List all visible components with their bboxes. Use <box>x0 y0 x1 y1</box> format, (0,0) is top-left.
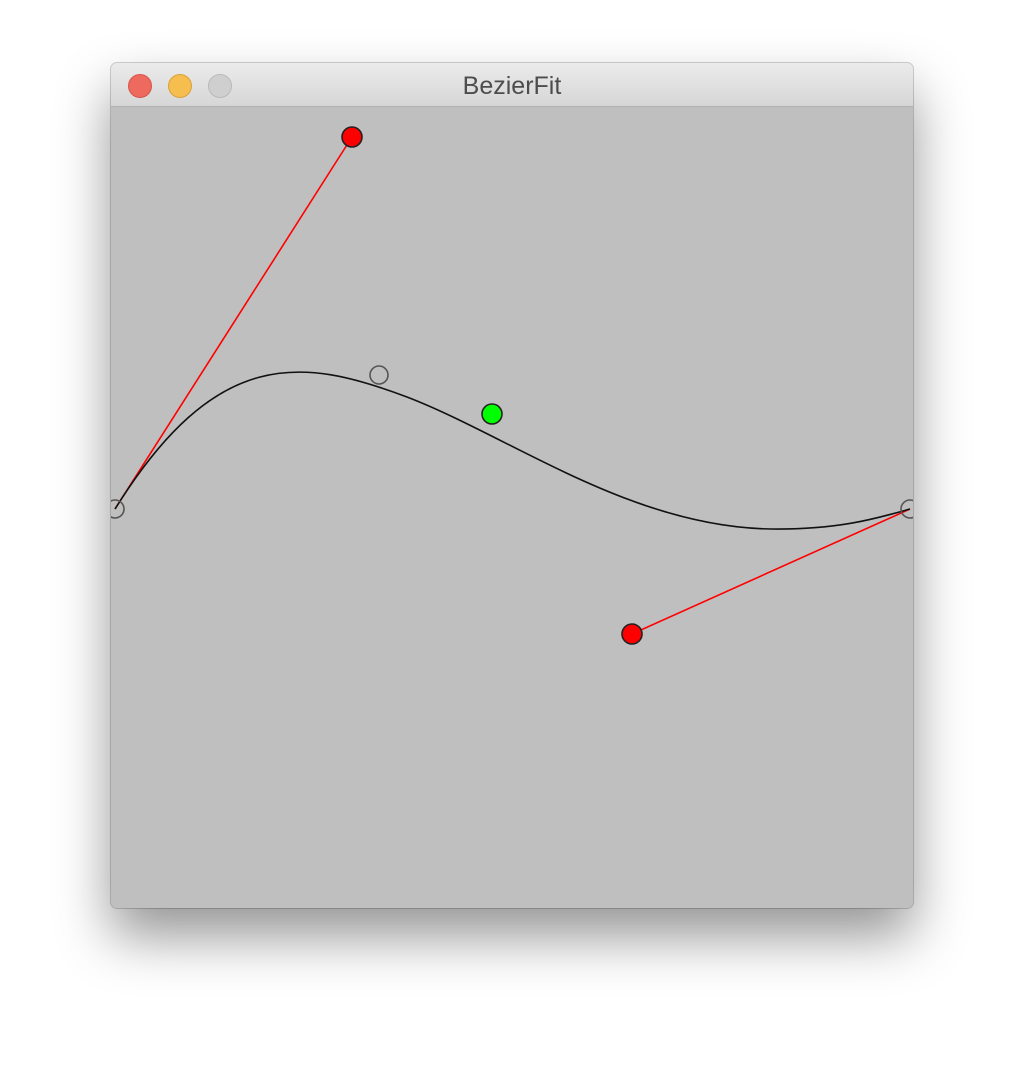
app-window: BezierFit <box>111 63 913 908</box>
end-control-point[interactable] <box>621 623 643 645</box>
sample-point[interactable] <box>369 365 389 385</box>
bezier-curve <box>114 371 911 530</box>
drawing-canvas[interactable] <box>111 107 913 908</box>
bezier-canvas-svg[interactable] <box>111 107 913 908</box>
end-anchor-point[interactable] <box>900 499 913 519</box>
start-handle-line <box>114 136 353 510</box>
start-control-point[interactable] <box>341 126 363 148</box>
title-bar[interactable]: BezierFit <box>111 63 913 107</box>
start-anchor-point[interactable] <box>111 499 125 519</box>
window-title: BezierFit <box>462 72 562 100</box>
curve-midpoint[interactable] <box>481 403 503 425</box>
end-handle-line <box>631 508 911 635</box>
